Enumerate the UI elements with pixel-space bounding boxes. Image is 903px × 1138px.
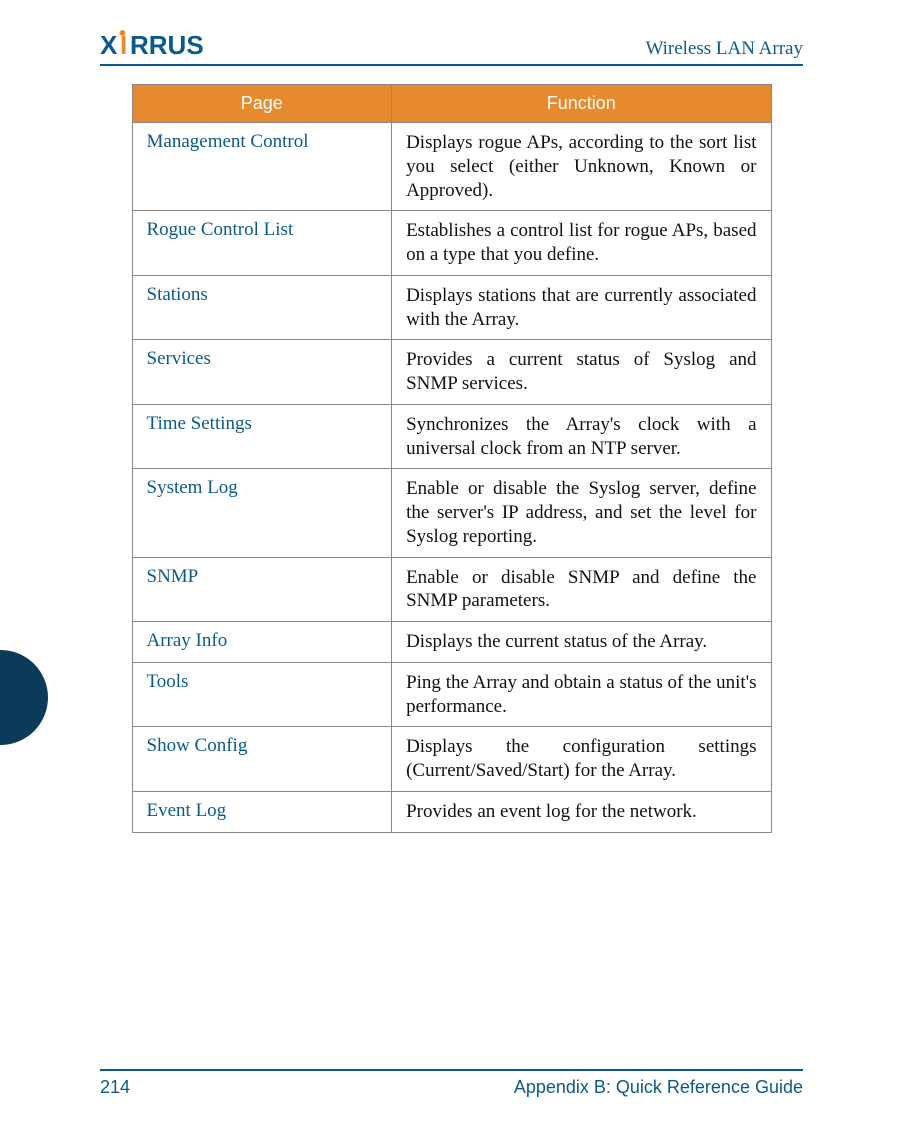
page-cell: System Log bbox=[132, 469, 392, 557]
function-cell: Enable or disable the Syslog server, def… bbox=[392, 469, 771, 557]
function-cell: Provides a current status of Syslog and … bbox=[392, 340, 771, 405]
function-cell: Ping the Array and obtain a status of th… bbox=[392, 662, 771, 727]
reference-table: Page Function Management ControlDisplays… bbox=[132, 84, 772, 833]
function-cell: Displays stations that are currently ass… bbox=[392, 275, 771, 340]
table-row: Array InfoDisplays the current status of… bbox=[132, 622, 771, 663]
page-number: 214 bbox=[100, 1077, 130, 1098]
product-name: Wireless LAN Array bbox=[645, 38, 803, 60]
page-cell: Services bbox=[132, 340, 392, 405]
table-row: Rogue Control ListEstablishes a control … bbox=[132, 211, 771, 276]
page-cell: Stations bbox=[132, 275, 392, 340]
function-cell: Synchronizes the Array's clock with a un… bbox=[392, 404, 771, 469]
logo: X I RRUS bbox=[100, 30, 265, 60]
table-row: ServicesProvides a current status of Sys… bbox=[132, 340, 771, 405]
table-row: Event LogProvides an event log for the n… bbox=[132, 791, 771, 832]
function-cell: Provides an event log for the network. bbox=[392, 791, 771, 832]
table-row: Time SettingsSynchronizes the Array's cl… bbox=[132, 404, 771, 469]
table-header-row: Page Function bbox=[132, 85, 771, 123]
page-cell: Show Config bbox=[132, 727, 392, 792]
header-function: Function bbox=[392, 85, 771, 123]
table-row: ToolsPing the Array and obtain a status … bbox=[132, 662, 771, 727]
page-footer: 214 Appendix B: Quick Reference Guide bbox=[100, 1069, 803, 1098]
page-cell: Time Settings bbox=[132, 404, 392, 469]
svg-text:RRUS: RRUS bbox=[130, 30, 204, 60]
table-row: SNMPEnable or disable SNMP and define th… bbox=[132, 557, 771, 622]
section-title: Appendix B: Quick Reference Guide bbox=[514, 1077, 803, 1098]
table-row: StationsDisplays stations that are curre… bbox=[132, 275, 771, 340]
table-row: Show ConfigDisplays the configuration se… bbox=[132, 727, 771, 792]
function-cell: Displays the configuration settings (Cur… bbox=[392, 727, 771, 792]
page-cell: Event Log bbox=[132, 791, 392, 832]
header-page: Page bbox=[132, 85, 392, 123]
function-cell: Displays the current status of the Array… bbox=[392, 622, 771, 663]
page-cell: Array Info bbox=[132, 622, 392, 663]
function-cell: Establishes a control list for rogue APs… bbox=[392, 211, 771, 276]
function-cell: Enable or disable SNMP and define the SN… bbox=[392, 557, 771, 622]
function-cell: Displays rogue APs, according to the sor… bbox=[392, 123, 771, 211]
svg-text:X: X bbox=[100, 30, 118, 60]
side-tab-decoration bbox=[0, 650, 48, 745]
page-cell: Rogue Control List bbox=[132, 211, 392, 276]
page-cell: Tools bbox=[132, 662, 392, 727]
table-row: System LogEnable or disable the Syslog s… bbox=[132, 469, 771, 557]
page-cell: Management Control bbox=[132, 123, 392, 211]
table-row: Management ControlDisplays rogue APs, ac… bbox=[132, 123, 771, 211]
document-page: X I RRUS Wireless LAN Array Page Functio… bbox=[0, 0, 903, 1138]
page-cell: SNMP bbox=[132, 557, 392, 622]
page-header: X I RRUS Wireless LAN Array bbox=[100, 30, 803, 66]
logo-svg: X I RRUS bbox=[100, 30, 265, 60]
